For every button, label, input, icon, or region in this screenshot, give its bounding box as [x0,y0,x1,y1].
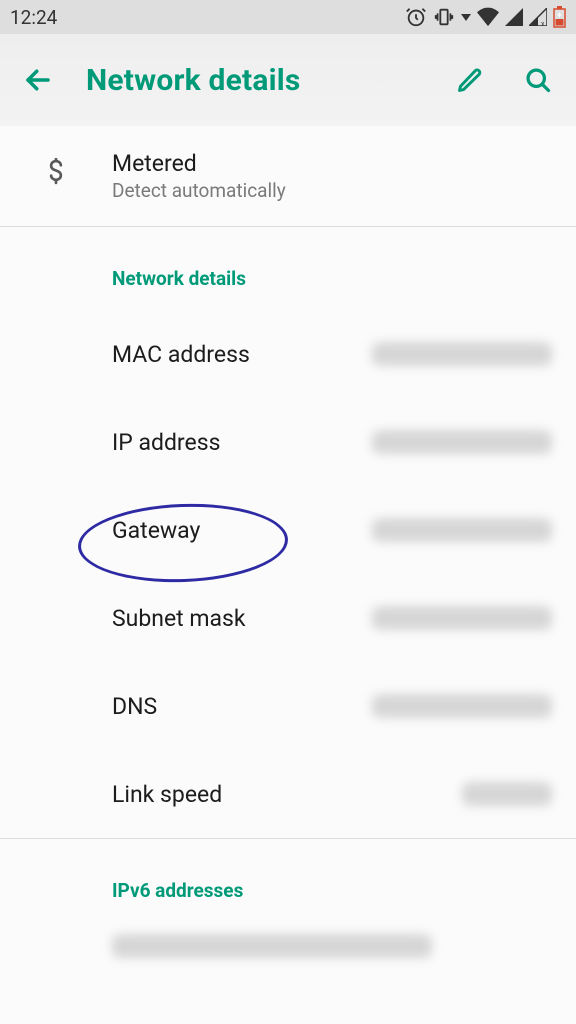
status-time: 12:24 [10,6,57,29]
status-bar: 12:24 x + [0,0,576,34]
dropdown-icon [461,12,471,22]
svg-text:x: x [541,20,545,26]
value-dns: redacted [372,694,552,718]
page-title: Network details [86,63,422,98]
metered-row[interactable]: Metered Detect automatically [0,126,576,226]
label-gateway: Gateway [112,517,372,544]
dollar-icon [42,158,70,196]
alarm-icon [405,6,427,28]
row-mac-address[interactable]: MAC address redacted [0,310,576,398]
row-dns[interactable]: DNS redacted [0,662,576,750]
label-subnet-mask: Subnet mask [112,605,372,632]
signal-icon [505,8,523,26]
wifi-icon [477,7,499,27]
section-header-network-details: Network details [0,227,576,310]
app-bar: Network details [0,34,576,126]
value-gateway: redacted [372,518,552,542]
svg-text:+: + [557,11,562,21]
signal-secondary-icon: x [529,8,547,26]
vibrate-icon [433,6,455,28]
row-ip-address[interactable]: IP address redacted [0,398,576,486]
label-ip-address: IP address [112,429,372,456]
value-ipv6: redacted [112,934,432,958]
row-link-speed[interactable]: Link speed redacted [0,750,576,838]
value-mac-address: redacted [372,342,552,366]
label-link-speed: Link speed [112,781,462,808]
row-gateway[interactable]: Gateway redacted [0,486,576,574]
value-subnet-mask: redacted [372,606,552,630]
value-ip-address: redacted [372,430,552,454]
label-mac-address: MAC address [112,341,372,368]
battery-icon: + [553,6,566,28]
edit-button[interactable] [450,60,490,100]
section-header-ipv6: IPv6 addresses [0,839,576,922]
status-icons: x + [405,6,566,28]
metered-subtitle: Detect automatically [112,179,552,202]
label-dns: DNS [112,693,372,720]
row-subnet-mask[interactable]: Subnet mask redacted [0,574,576,662]
metered-title: Metered [112,150,552,177]
value-link-speed: redacted [462,782,552,806]
search-button[interactable] [518,60,558,100]
back-button[interactable] [18,60,58,100]
